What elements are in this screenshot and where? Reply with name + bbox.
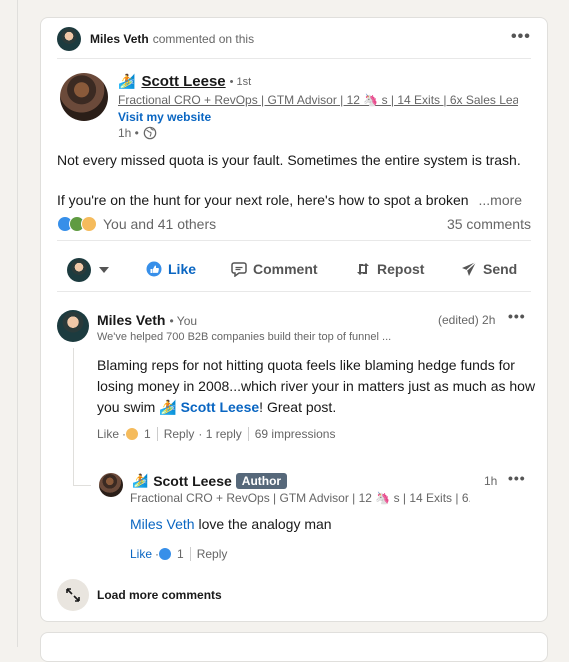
thread-line bbox=[73, 348, 74, 486]
comment-time: (edited) 2h bbox=[438, 313, 496, 327]
like-label: Like bbox=[168, 261, 197, 277]
comment-options-icon[interactable]: ••• bbox=[508, 308, 526, 324]
comment-actions: Like · 1 Reply · 1 reply 69 impressions bbox=[97, 427, 335, 441]
reply-options-icon[interactable]: ••• bbox=[508, 470, 526, 486]
divider bbox=[156, 427, 158, 441]
feed-post-card: Miles Veth commented on this ••• 🏄 Scott… bbox=[40, 17, 548, 622]
author-headline[interactable]: Fractional CRO + RevOps | GTM Advisor | … bbox=[118, 93, 518, 107]
comment-like-count[interactable]: 1 bbox=[144, 427, 151, 441]
insightful-reaction-icon bbox=[81, 216, 97, 232]
comments-count[interactable]: 35 comments bbox=[447, 216, 531, 232]
reply-author-row: 🏄 Scott Leese Author bbox=[132, 473, 288, 489]
activity-notice: Miles Veth commented on this bbox=[57, 27, 254, 51]
send-icon bbox=[462, 261, 477, 276]
divider bbox=[189, 547, 191, 561]
author-name-row: 🏄 Scott Leese • 1st bbox=[118, 73, 251, 90]
more-options-icon[interactable]: ••• bbox=[511, 28, 531, 46]
mention-link[interactable]: Miles Veth bbox=[130, 516, 195, 532]
comment-author-row: Miles Veth • You bbox=[97, 312, 197, 328]
load-more-label: Load more comments bbox=[97, 588, 222, 602]
comment-icon bbox=[231, 262, 247, 277]
impressions-count[interactable]: 69 impressions bbox=[255, 427, 336, 441]
comment-body-end: ! Great post. bbox=[259, 399, 337, 415]
reply-reply-button[interactable]: Reply bbox=[197, 547, 228, 561]
surfer-emoji-icon: 🏄 bbox=[132, 473, 149, 488]
comment-author-headline: We've helped 700 B2B companies build the… bbox=[97, 331, 392, 343]
post-meta: 1h • bbox=[118, 126, 157, 140]
post-text-content: If you're on the hunt for your next role… bbox=[57, 192, 469, 208]
author-badge: Author bbox=[235, 473, 288, 489]
reply-count[interactable]: · 1 reply bbox=[198, 427, 241, 441]
send-label: Send bbox=[483, 261, 518, 277]
reply-author-headline: Fractional CRO + RevOps | GTM Advisor | … bbox=[130, 491, 470, 505]
visit-website-link[interactable]: Visit my website bbox=[118, 110, 211, 124]
repost-button[interactable]: Repost bbox=[355, 261, 424, 277]
reply-actions: Like · 1 Reply bbox=[130, 547, 227, 561]
notice-text: commented on this bbox=[152, 32, 255, 46]
globe-icon bbox=[143, 126, 157, 140]
divider bbox=[57, 240, 531, 241]
repost-icon bbox=[357, 263, 369, 275]
insightful-reaction-icon bbox=[125, 427, 140, 441]
reply-like-count[interactable]: 1 bbox=[177, 547, 184, 561]
divider bbox=[57, 291, 531, 292]
reactions-count: You and 41 others bbox=[103, 216, 217, 232]
thumbs-up-icon bbox=[146, 261, 162, 277]
surfer-emoji-icon: 🏄 bbox=[118, 73, 136, 89]
reply-time: 1h bbox=[484, 474, 498, 488]
expand-icon bbox=[57, 579, 89, 611]
reply-text: Miles Veth love the analogy man bbox=[130, 514, 332, 535]
next-feed-card bbox=[40, 632, 548, 662]
chevron-down-icon bbox=[99, 267, 109, 273]
see-more-link[interactable]: ...more bbox=[478, 192, 522, 208]
comment-text: Blaming reps for not hitting quota feels… bbox=[97, 355, 537, 418]
comment-label: Comment bbox=[253, 261, 318, 277]
comment-author-you: • You bbox=[169, 314, 198, 328]
avatar bbox=[67, 258, 91, 282]
reactions-summary[interactable]: You and 41 others bbox=[57, 216, 216, 232]
divider bbox=[247, 427, 249, 441]
post-text-line-1: Not every missed quota is your fault. So… bbox=[57, 152, 521, 168]
reaction-actor-switcher[interactable] bbox=[67, 258, 109, 282]
notice-actor-name[interactable]: Miles Veth bbox=[90, 32, 149, 46]
reply-author-name[interactable]: Scott Leese bbox=[153, 473, 232, 489]
repost-label: Repost bbox=[377, 261, 425, 277]
like-reaction-icon bbox=[158, 547, 173, 561]
like-button[interactable]: Like bbox=[146, 261, 196, 277]
avatar[interactable] bbox=[57, 27, 81, 51]
reply-like-button[interactable]: Like bbox=[130, 547, 152, 561]
thread-line bbox=[73, 485, 91, 486]
reply-avatar[interactable] bbox=[99, 473, 123, 497]
mention-link[interactable]: 🏄 Scott Leese bbox=[159, 399, 259, 415]
commenter-avatar[interactable] bbox=[57, 310, 89, 342]
comment-like-button[interactable]: Like bbox=[97, 427, 119, 441]
post-time: 1h • bbox=[118, 126, 139, 140]
comment-button[interactable]: Comment bbox=[231, 261, 318, 277]
divider bbox=[57, 58, 531, 59]
connection-degree: • 1st bbox=[229, 75, 252, 88]
post-text-line-2: If you're on the hunt for your next role… bbox=[57, 190, 537, 210]
load-more-comments-button[interactable]: Load more comments bbox=[57, 579, 222, 611]
reply-body: love the analogy man bbox=[194, 516, 332, 532]
left-rail bbox=[0, 0, 18, 647]
comment-author-name[interactable]: Miles Veth bbox=[97, 312, 165, 328]
author-avatar[interactable] bbox=[60, 73, 108, 121]
send-button[interactable]: Send bbox=[461, 261, 517, 277]
comment-reply-button[interactable]: Reply bbox=[164, 427, 195, 441]
author-name[interactable]: Scott Leese bbox=[141, 73, 225, 90]
